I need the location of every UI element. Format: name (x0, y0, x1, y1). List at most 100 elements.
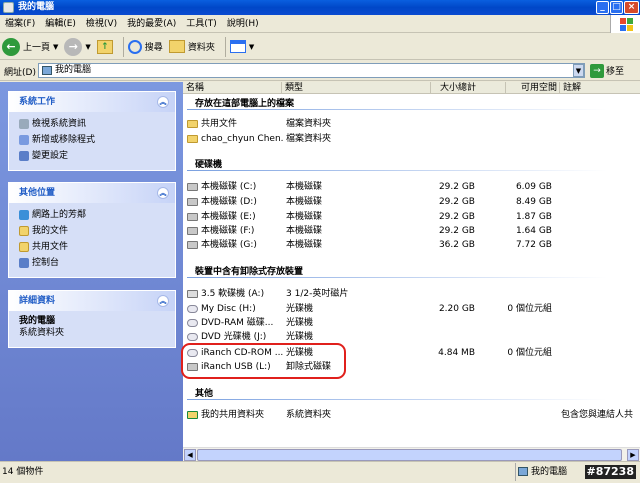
details-desc: 系統資料夾 (19, 328, 65, 338)
list-item[interactable]: 本機磁碟 (G:) 本機磁碟 36.2 GB 7.72 GB (183, 238, 640, 252)
folder-icon (187, 120, 198, 128)
search-button[interactable]: 搜尋 (127, 39, 163, 54)
up-button[interactable]: ↑ (96, 39, 113, 54)
cd-drive-icon (187, 333, 198, 341)
cd-drive-icon (187, 319, 198, 327)
address-bar: 網址(D) 我的電腦 ▼ → 移至 (0, 60, 640, 81)
hard-drive-icon (187, 241, 198, 249)
scroll-right-button[interactable]: ▶ (627, 449, 639, 461)
back-button[interactable]: ← 上一頁 ▼ (2, 37, 58, 56)
horizontal-scrollbar[interactable]: ◀ ▶ (183, 447, 640, 461)
window-title: 我的電腦 (18, 2, 55, 12)
column-free[interactable]: 可用空間 (505, 82, 557, 94)
hard-drive-icon (187, 213, 198, 221)
list-item[interactable]: DVD 光碟機 (J:) 光碟機 (183, 330, 640, 344)
other-places-title: 其他位置 (19, 188, 56, 198)
folder-icon (19, 242, 29, 252)
minimize-button[interactable]: _ (596, 1, 609, 14)
menu-file[interactable]: 檔案(F) (0, 15, 40, 33)
details-name: 我的電腦 (19, 316, 56, 326)
toolbar-separator (224, 36, 226, 57)
my-computer-icon (42, 66, 52, 75)
maximize-button[interactable]: □ (610, 1, 623, 14)
folder-icon (19, 226, 29, 236)
folders-button[interactable]: 資料夾 (168, 40, 215, 53)
forward-button[interactable]: → ▼ (64, 37, 91, 56)
red-highlight-annotation (181, 343, 346, 379)
place-my-documents[interactable]: 我的文件 (19, 223, 165, 239)
address-dropdown-button[interactable]: ▼ (573, 64, 584, 77)
scroll-left-button[interactable]: ◀ (184, 449, 196, 461)
place-label: 控制台 (32, 258, 60, 268)
folder-up-icon: ↑ (96, 39, 113, 54)
forward-dropdown-icon[interactable]: ▼ (85, 43, 90, 51)
system-tasks-header[interactable]: 系統工作 ︽ (9, 92, 175, 112)
group-divider (187, 109, 607, 110)
column-total[interactable]: 大小總計 (430, 82, 476, 94)
object-count: 14 個物件 (2, 467, 44, 477)
scroll-thumb[interactable] (197, 449, 622, 461)
column-name[interactable]: 名稱 (183, 82, 204, 94)
back-label: 上一頁 (23, 43, 51, 53)
menu-tools[interactable]: 工具(T) (181, 15, 222, 33)
views-button[interactable]: ▼ (229, 40, 255, 53)
network-icon (19, 210, 29, 220)
list-item[interactable]: chao_chyun Chen... 檔案資料夾 (183, 132, 640, 146)
menu-help[interactable]: 說明(H) (222, 15, 264, 33)
list-item[interactable]: 3.5 軟碟機 (A:) 3 1/2-英吋磁片 (183, 287, 640, 301)
task-view-system-info[interactable]: 檢視系統資訊 (19, 116, 165, 132)
column-header: 名稱 類型 大小總計 可用空間 註解 (183, 82, 640, 94)
hard-drive-icon (187, 227, 198, 235)
collapse-chevron-icon[interactable]: ︽ (157, 295, 169, 307)
windows-logo-icon (610, 15, 640, 33)
hard-drive-icon (187, 198, 198, 206)
add-remove-icon (19, 135, 29, 145)
task-add-remove-programs[interactable]: 新增或移除程式 (19, 132, 165, 148)
go-button[interactable]: → 移至 (590, 63, 624, 78)
collapse-chevron-icon[interactable]: ︽ (157, 96, 169, 108)
task-pane: 系統工作 ︽ 檢視系統資訊 新增或移除程式 變更設定 其他位置 ︽ 網路上的芳鄰… (0, 82, 183, 461)
details-header[interactable]: 詳細資料 ︽ (9, 291, 175, 311)
my-computer-icon (518, 467, 528, 476)
list-item[interactable]: 共用文件 檔案資料夾 (183, 117, 640, 131)
details-title: 詳細資料 (19, 296, 56, 306)
place-network[interactable]: 網路上的芳鄰 (19, 207, 165, 223)
place-shared-documents[interactable]: 共用文件 (19, 239, 165, 255)
cd-drive-icon (187, 305, 198, 313)
menu-favorites[interactable]: 我的最愛(A) (122, 15, 181, 33)
group-header: 存放在這部電腦上的檔案 (195, 99, 295, 109)
address-label: 網址(D) (4, 68, 36, 78)
list-item[interactable]: DVD-RAM 磁碟... 光碟機 (183, 316, 640, 330)
list-item[interactable]: 本機磁碟 (E:) 本機磁碟 29.2 GB 1.87 GB (183, 210, 640, 224)
close-button[interactable]: × (624, 1, 639, 14)
menu-edit[interactable]: 編輯(E) (40, 15, 81, 33)
list-item[interactable]: 本機磁碟 (D:) 本機磁碟 29.2 GB 8.49 GB (183, 195, 640, 209)
address-value: 我的電腦 (55, 65, 92, 75)
list-item[interactable]: 本機磁碟 (F:) 本機磁碟 29.2 GB 1.64 GB (183, 224, 640, 238)
place-label: 網路上的芳鄰 (32, 210, 87, 220)
list-item[interactable]: My Disc (H:) 光碟機 2.20 GB 0 個位元組 (183, 302, 640, 316)
folder-icon (168, 40, 185, 53)
system-tasks-panel: 系統工作 ︽ 檢視系統資訊 新增或移除程式 變更設定 (8, 91, 176, 171)
other-places-header[interactable]: 其他位置 ︽ (9, 183, 175, 203)
task-label: 新增或移除程式 (32, 135, 96, 145)
menu-view[interactable]: 檢視(V) (81, 15, 122, 33)
toolbar-separator (122, 36, 124, 57)
views-dropdown-icon: ▼ (248, 42, 255, 51)
column-type[interactable]: 類型 (281, 82, 303, 94)
list-item[interactable]: 本機磁碟 (C:) 本機磁碟 29.2 GB 6.09 GB (183, 180, 640, 194)
folders-label: 資料夾 (187, 43, 215, 53)
folder-icon (187, 135, 198, 143)
file-list-pane: 名稱 類型 大小總計 可用空間 註解 存放在這部電腦上的檔案 共用文件 檔案資料夾… (183, 82, 640, 461)
task-change-settings[interactable]: 變更設定 (19, 148, 165, 164)
place-control-panel[interactable]: 控制台 (19, 255, 165, 271)
details-panel: 詳細資料 ︽ 我的電腦 系統資料夾 (8, 290, 176, 348)
collapse-chevron-icon[interactable]: ︽ (157, 187, 169, 199)
list-item[interactable]: 我的共用資料夾 系統資料夾 包含您與連結人共 (183, 408, 640, 422)
back-dropdown-icon[interactable]: ▼ (53, 43, 58, 51)
status-location: 我的電腦 (515, 463, 567, 481)
task-label: 檢視系統資訊 (32, 119, 87, 129)
column-comment[interactable]: 註解 (559, 82, 581, 94)
system-info-icon (19, 119, 29, 129)
address-input[interactable]: 我的電腦 (38, 63, 585, 78)
